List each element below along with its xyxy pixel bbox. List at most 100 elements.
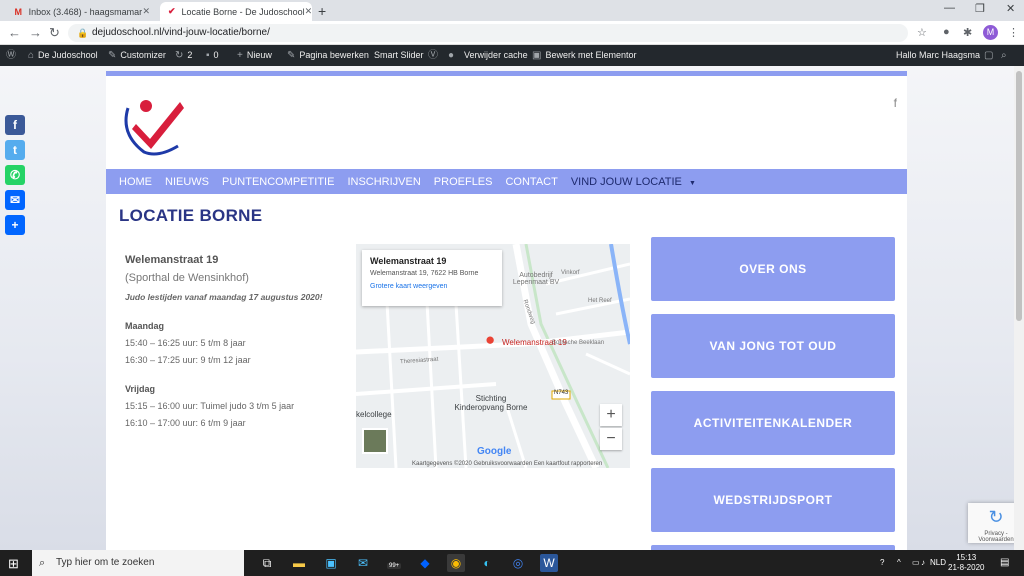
twitter-share-icon[interactable]: t — [5, 140, 25, 160]
file-explorer-icon[interactable]: ▬ — [290, 554, 308, 572]
updates-icon: ↻ — [175, 50, 184, 61]
wp-cache-link[interactable]: ● Verwijder cache — [448, 45, 528, 66]
avatar[interactable]: M — [983, 25, 998, 40]
windows-taskbar: ⊞ ⌕ Typ hier om te zoeken ⧉ ▬ ▣ ✉ 99+ ◆ … — [0, 550, 1024, 576]
wp-new-link[interactable]: + Nieuw — [237, 45, 272, 66]
day-heading: Maandag — [125, 321, 165, 331]
notifications-icon[interactable]: ▤ — [1000, 550, 1009, 576]
chrome-icon[interactable]: ◉ — [447, 554, 465, 572]
taskbar-clock[interactable]: 15:13 21-8-2020 — [948, 553, 984, 573]
wp-customizer-link[interactable]: ✎ Customizer — [108, 45, 166, 66]
windows-start-icon[interactable]: ⊞ — [8, 556, 19, 572]
google-logo: Google — [477, 446, 512, 457]
address-bar: ← → ↻ 🔒 dejudoschool.nl/vind-jouw-locati… — [0, 21, 1024, 45]
comment-icon: ▪ — [206, 50, 210, 61]
facebook-share-icon[interactable]: f — [5, 115, 25, 135]
cache-icon: ● — [448, 50, 455, 61]
whatsapp-share-icon[interactable]: ✆ — [5, 165, 25, 185]
larger-map-link[interactable]: Grotere kaart weergeven — [370, 283, 494, 290]
reload-icon[interactable]: ↻ — [49, 25, 60, 41]
map-street-label: Vinkorf — [561, 270, 580, 276]
close-icon[interactable]: ✕ — [305, 6, 313, 17]
email-share-icon[interactable]: ✉ — [5, 190, 25, 210]
store-icon[interactable]: ▣ — [322, 554, 340, 572]
language-indicator[interactable]: NLD — [930, 550, 946, 576]
scrollbar-thumb[interactable] — [1016, 71, 1022, 321]
volume-icon[interactable]: ♪ — [921, 550, 925, 576]
map-zoom-in-button[interactable]: + — [600, 404, 622, 426]
nav-home[interactable]: HOME — [119, 176, 152, 188]
task-view-icon[interactable]: ⧉ — [258, 554, 276, 572]
back-icon[interactable]: ← — [8, 25, 21, 40]
map-zoom-out-button[interactable]: − — [600, 428, 622, 450]
map-info-card: Welemanstraat 19 Welemanstraat 19, 7622 … — [362, 250, 502, 306]
new-tab-icon[interactable]: + — [318, 3, 326, 19]
sidebar-button-over-ons[interactable]: OVER ONS — [651, 237, 895, 301]
google-map[interactable]: Welemanstraat 19 Welemanstraat 19, 7622 … — [356, 244, 630, 468]
page-scrollbar[interactable] — [1014, 66, 1024, 550]
extension-icon[interactable]: ● — [943, 26, 950, 38]
map-footer[interactable]: Kaartgegevens ©2020 Gebruiksvoorwaarden … — [412, 461, 602, 467]
wp-slider-link[interactable]: Smart Slider — [374, 45, 424, 66]
wp-user-greeting[interactable]: Hallo Marc Haagsma ▢ — [896, 45, 993, 66]
url-input[interactable]: 🔒 dejudoschool.nl/vind-jouw-locatie/born… — [68, 24, 908, 42]
close-icon[interactable]: ✕ — [142, 6, 150, 17]
wp-comments-link[interactable]: ▪ 0 — [206, 45, 219, 66]
dropbox-icon[interactable]: ◆ — [416, 554, 434, 572]
tab-locatie-borne[interactable]: ✔ Locatie Borne - De Judoschool ✕ — [160, 2, 312, 21]
addtoany-share-icon[interactable]: + — [5, 215, 25, 235]
content-container: f HOME NIEUWS PUNTENCOMPETITIE INSCHRIJV… — [106, 71, 907, 555]
nav-puntencompetitie[interactable]: PUNTENCOMPETITIE — [222, 176, 334, 188]
nav-contact[interactable]: CONTACT — [505, 176, 557, 188]
tray-chevron-icon[interactable]: ^ — [897, 550, 901, 576]
word-icon[interactable]: W — [540, 554, 558, 572]
edge-icon[interactable]: ◐ — [478, 554, 496, 572]
nav-inschrijven[interactable]: INSCHRIJVEN — [347, 176, 420, 188]
help-icon[interactable]: ? — [880, 550, 884, 576]
map-poi-kinderopvang: Stichting Kinderopvang Borne — [454, 394, 528, 412]
map-card-address: Welemanstraat 19, 7622 HB Borne — [370, 270, 479, 277]
minimize-icon[interactable]: — — [944, 2, 955, 14]
wp-updates-link[interactable]: ↻ 2 — [175, 45, 192, 66]
sidebar-button-wedstrijdsport[interactable]: WEDSTRIJDSPORT — [651, 468, 895, 532]
wordpress-icon[interactable]: Ⓦ — [6, 45, 16, 66]
wp-site-link[interactable]: ⌂ De Judoschool — [28, 45, 98, 66]
taskbar-search-input[interactable]: ⌕ Typ hier om te zoeken — [32, 550, 244, 576]
star-icon[interactable]: ☆ — [917, 26, 927, 39]
location-venue: (Sporthal de Wensinkhof) — [125, 272, 249, 284]
sidebar-button-activiteitenkalender[interactable]: ACTIVITEITENKALENDER — [651, 391, 895, 455]
mail-icon[interactable]: ✉ — [354, 554, 372, 572]
tab-title: Locatie Borne - De Judoschool — [181, 6, 305, 17]
satellite-view-button[interactable] — [362, 428, 388, 454]
close-window-icon[interactable]: ✕ — [1006, 2, 1015, 15]
menu-icon[interactable]: ⋮ — [1008, 26, 1019, 39]
browser-tab-bar: M Inbox (3.468) - haagsmamarc@g ✕ ✔ Loca… — [0, 0, 1024, 21]
sidebar-button-van-jong-tot-oud[interactable]: VAN JONG TOT OUD — [651, 314, 895, 378]
time-slot: 15:15 – 16:00 uur: Tuimel judo 3 t/m 5 j… — [125, 401, 295, 411]
wp-edit-link[interactable]: ✎ Pagina bewerken — [287, 45, 369, 66]
wp-elementor-link[interactable]: ▣ Bewerk met Elementor — [532, 45, 637, 66]
nav-nieuws[interactable]: NIEUWS — [165, 176, 209, 188]
map-card-title: Welemanstraat 19 — [370, 256, 447, 266]
puzzle-icon[interactable]: ✱ — [963, 26, 972, 39]
main-nav: HOME NIEUWS PUNTENCOMPETITIE INSCHRIJVEN… — [106, 169, 907, 194]
facebook-icon[interactable]: f — [894, 96, 897, 110]
chrome-profile-icon[interactable]: ◎ — [509, 554, 527, 572]
time-slot: 16:30 – 17:25 uur: 9 t/m 12 jaar — [125, 355, 251, 365]
forward-icon[interactable]: → — [29, 25, 42, 40]
tab-gmail[interactable]: M Inbox (3.468) - haagsmamarc@g ✕ — [6, 2, 158, 21]
caret-down-icon: ▼ — [688, 179, 696, 187]
maximize-icon[interactable]: ❐ — [975, 2, 985, 15]
map-pin-icon[interactable]: ● — [485, 330, 495, 350]
judoschool-logo[interactable] — [118, 94, 188, 156]
lessons-note: Judo lestijden vanaf maandag 17 augustus… — [125, 292, 323, 302]
nav-vind-jouw-locatie[interactable]: VIND JOUW LOCATIE ▼ — [571, 176, 696, 188]
wp-plugin-icon[interactable]: Ⓥ — [428, 45, 438, 66]
time-slot: 15:40 – 16:25 uur: 5 t/m 8 jaar — [125, 338, 246, 348]
network-icon[interactable]: ▭ — [912, 550, 920, 576]
nav-proefles[interactable]: PROEFLES — [434, 176, 493, 188]
wp-admin-bar: Ⓦ ⌂ De Judoschool ✎ Customizer ↻ 2 ▪ 0 + Nieu… — [0, 45, 1024, 66]
gmail-icon: M — [14, 6, 23, 17]
mail-badge: 99+ — [387, 563, 402, 569]
search-icon[interactable]: ⌕ — [1001, 45, 1007, 66]
